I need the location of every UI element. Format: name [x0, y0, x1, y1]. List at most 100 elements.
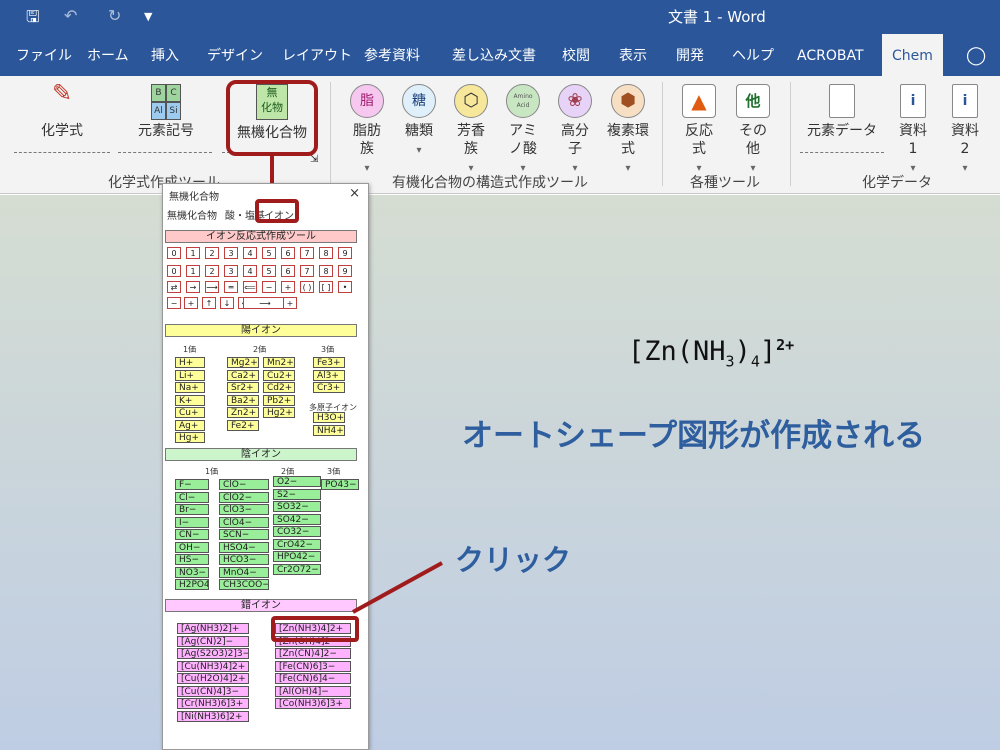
operator-key[interactable]: ↑ [202, 297, 216, 309]
complex-key[interactable]: [Al(OH)4]− [275, 685, 351, 697]
hannou-button[interactable]: ▲ 反応式 ▾ [674, 84, 724, 178]
tab-layout[interactable]: レイアウト [282, 34, 352, 76]
toorui-button[interactable]: 糖 糖類 ▾ [396, 84, 442, 160]
koubunshi-button[interactable]: ❀ 高分子 ▾ [552, 84, 598, 178]
cation-key[interactable]: Mg2+ [227, 357, 259, 368]
anion-key[interactable]: CH3COO− [219, 579, 269, 590]
subscript-key[interactable]: 3 [224, 265, 238, 277]
anion-key[interactable]: HPO42− [273, 551, 321, 562]
cation-key[interactable]: Pb2+ [263, 394, 295, 406]
anion-key[interactable]: H2PO4− [175, 579, 209, 590]
tab-mailings[interactable]: 差し込み文書 [452, 34, 536, 76]
cation-key[interactable]: Cu+ [175, 407, 205, 418]
cation-key[interactable]: Na+ [175, 382, 205, 393]
subscript-key[interactable]: 0 [167, 265, 181, 277]
anion-key[interactable]: O2− [273, 476, 321, 487]
complex-key[interactable]: [Fe(CN)6]3− [275, 660, 351, 672]
subscript-key[interactable]: 2 [205, 265, 219, 277]
anion-key[interactable]: ClO4− [219, 516, 269, 528]
cation-key[interactable]: Cu2+ [263, 369, 295, 381]
cation-key[interactable]: Sr2+ [227, 382, 259, 393]
anion-key[interactable]: MnO4− [219, 566, 269, 578]
shiryo1-button[interactable]: i 資料1 ▾ [892, 84, 934, 178]
cation-key[interactable]: Cr3+ [313, 382, 345, 393]
digit-key[interactable]: 9 [338, 247, 352, 259]
tab-review[interactable]: 校閲 [562, 34, 590, 76]
anion-key[interactable]: CN− [175, 529, 209, 540]
cation-key[interactable]: Hg2+ [263, 407, 295, 418]
sonota-button[interactable]: 他 その他 ▾ [728, 84, 778, 178]
digit-key[interactable]: 4 [243, 247, 257, 259]
shibouzoku-button[interactable]: 脂 脂肪族 ▾ [344, 84, 390, 178]
anion-key[interactable]: HCO3− [219, 554, 269, 565]
operator-key[interactable]: ( ) [300, 281, 314, 293]
operator-key[interactable]: ⟶ [243, 297, 287, 309]
digit-key[interactable]: 0 [167, 247, 181, 259]
genso-data-button[interactable]: 元素データ [804, 84, 880, 140]
close-icon[interactable]: × [349, 186, 360, 201]
amino-button[interactable]: Amino Acid アミノ酸 ▾ [500, 84, 546, 178]
subscript-key[interactable]: 1 [186, 265, 200, 277]
tab-help[interactable]: ヘルプ [732, 34, 774, 76]
complex-key[interactable]: [Ni(NH3)6]2+ [177, 710, 249, 722]
anion-key[interactable]: Cr2O72− [273, 563, 321, 575]
customize-qat-icon[interactable]: ▼ [144, 10, 152, 23]
tab-insert[interactable]: 挿入 [151, 34, 179, 76]
subscript-key[interactable]: 6 [281, 265, 295, 277]
digit-key[interactable]: 8 [319, 247, 333, 259]
operator-key[interactable]: ⟶ [205, 281, 219, 293]
cation-key[interactable]: Li+ [175, 369, 205, 381]
lightbulb-icon[interactable]: ◯ [966, 34, 986, 76]
cation-key[interactable]: Fe3+ [313, 357, 345, 368]
operator-key[interactable]: ⇄ [167, 281, 181, 293]
redo-icon[interactable]: ↻ [108, 6, 121, 25]
complex-key[interactable]: [Fe(CN)6]4− [275, 673, 351, 684]
anion-key[interactable]: CrO42− [273, 538, 321, 550]
tab-references[interactable]: 参考資料 [364, 34, 420, 76]
operator-key[interactable]: ↓ [220, 297, 234, 309]
anion-key[interactable]: HSO4− [219, 541, 269, 553]
anion-key[interactable]: PO43− [321, 479, 359, 490]
tab-view[interactable]: 表示 [619, 34, 647, 76]
cation-key[interactable]: Ba2+ [227, 394, 259, 406]
complex-key[interactable]: [Cu(H2O)4]2+ [177, 673, 249, 684]
anion-key[interactable]: OH− [175, 541, 209, 553]
operator-key[interactable]: + [184, 297, 198, 309]
anion-key[interactable]: S2− [273, 488, 321, 500]
subscript-key[interactable]: 8 [319, 265, 333, 277]
complex-key[interactable]: [Ag(CN)2]− [177, 635, 249, 647]
anion-key[interactable]: CO32− [273, 526, 321, 537]
digit-key[interactable]: 2 [205, 247, 219, 259]
kagakushiki-button[interactable]: ✎ 化学式 [26, 81, 98, 140]
digit-key[interactable]: 7 [300, 247, 314, 259]
cation-key[interactable]: Cd2+ [263, 382, 295, 393]
houkouzoku-button[interactable]: ⬡ 芳香族 ▾ [448, 84, 494, 178]
anion-key[interactable]: Cl− [175, 491, 209, 503]
digit-key[interactable]: 5 [262, 247, 276, 259]
subscript-key[interactable]: 9 [338, 265, 352, 277]
operator-key[interactable]: − [167, 297, 181, 309]
undo-icon[interactable]: ↶ [64, 6, 77, 25]
complex-key[interactable]: [Cu(CN)4]3− [177, 685, 249, 697]
subscript-key[interactable]: 4 [243, 265, 257, 277]
digit-key[interactable]: 6 [281, 247, 295, 259]
cation-key[interactable]: Hg+ [175, 432, 205, 443]
tab-home[interactable]: ホーム [87, 34, 129, 76]
tab-acrobat[interactable]: ACROBAT [797, 34, 864, 76]
cation-key[interactable]: Al3+ [313, 369, 345, 381]
cation-key[interactable]: H3O+ [313, 412, 345, 423]
cation-key[interactable]: H+ [175, 357, 205, 368]
anion-key[interactable]: ClO− [219, 479, 269, 490]
anion-key[interactable]: ClO2− [219, 491, 269, 503]
tab-chem[interactable]: Chem [882, 34, 943, 76]
anion-key[interactable]: I− [175, 516, 209, 528]
operator-key[interactable]: → [186, 281, 200, 293]
subscript-key[interactable]: 7 [300, 265, 314, 277]
operator-key[interactable]: ⟸ [243, 281, 257, 293]
cation-key[interactable]: Fe2+ [227, 419, 259, 431]
tab-muki[interactable]: 無機化合物 [167, 207, 217, 222]
save-icon[interactable]: 🖫 [26, 6, 40, 33]
operator-key[interactable]: [ ] [319, 281, 333, 293]
dialog-launcher-icon[interactable]: ⇲ [310, 154, 318, 165]
operator-key[interactable]: ═ [224, 281, 238, 293]
